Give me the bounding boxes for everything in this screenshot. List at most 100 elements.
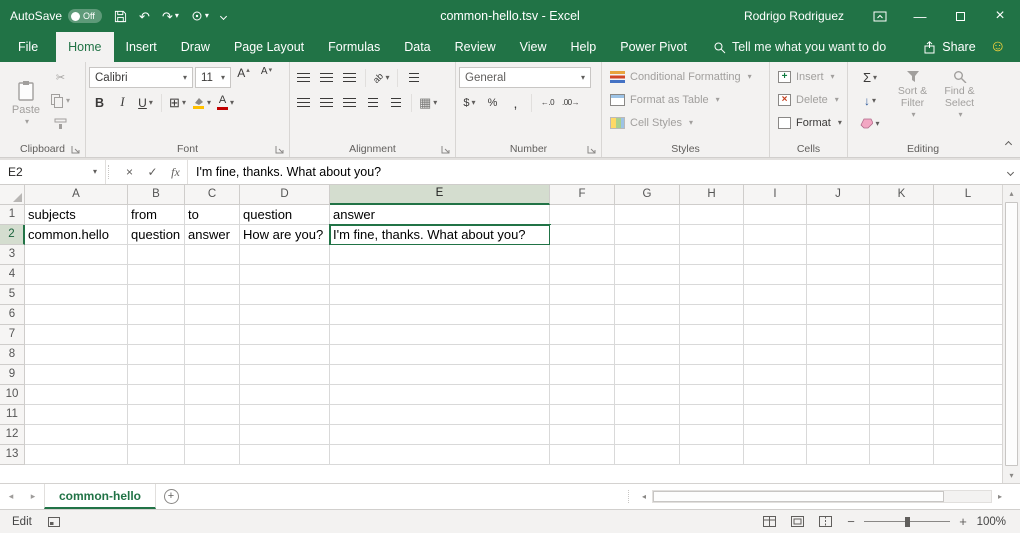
new-sheet-button[interactable] [156, 484, 186, 509]
cell-B10[interactable] [128, 385, 185, 405]
cell-L4[interactable] [934, 265, 1002, 285]
row-header-7[interactable]: 7 [0, 325, 25, 345]
cell-K11[interactable] [870, 405, 934, 425]
cell-A12[interactable] [25, 425, 128, 445]
column-header-L[interactable]: L [934, 185, 1002, 205]
cell-L9[interactable] [934, 365, 1002, 385]
cell-E8[interactable] [330, 345, 550, 365]
column-header-I[interactable]: I [744, 185, 807, 205]
column-header-G[interactable]: G [615, 185, 680, 205]
borders-button[interactable] [167, 92, 188, 113]
cell-L13[interactable] [934, 445, 1002, 465]
sheet-tab-common-hello[interactable]: common-hello [44, 484, 156, 509]
alignment-dialog-launcher[interactable] [441, 145, 451, 155]
clear-button[interactable] [851, 113, 889, 134]
increase-indent-button[interactable] [385, 92, 406, 113]
cell-C7[interactable] [185, 325, 240, 345]
share-button[interactable]: Share [923, 32, 975, 62]
cell-D12[interactable] [240, 425, 330, 445]
cell-A2[interactable]: common.hello [25, 225, 128, 245]
cell-G11[interactable] [615, 405, 680, 425]
tell-me-search[interactable]: Tell me what you want to do [713, 32, 886, 62]
minimize-button[interactable] [900, 0, 940, 32]
column-header-D[interactable]: D [240, 185, 330, 205]
accounting-format-button[interactable] [459, 92, 480, 113]
cell-A6[interactable] [25, 305, 128, 325]
cell-D3[interactable] [240, 245, 330, 265]
cell-A9[interactable] [25, 365, 128, 385]
cell-C5[interactable] [185, 285, 240, 305]
tab-page-layout[interactable]: Page Layout [222, 32, 316, 62]
undo-button[interactable] [139, 10, 150, 23]
cell-D8[interactable] [240, 345, 330, 365]
cell-G7[interactable] [615, 325, 680, 345]
zoom-in-button[interactable] [952, 514, 974, 529]
bold-button[interactable] [89, 92, 110, 113]
cell-H1[interactable] [680, 205, 744, 225]
touch-mouse-mode-button[interactable] [191, 10, 209, 22]
cell-J3[interactable] [807, 245, 870, 265]
cell-L6[interactable] [934, 305, 1002, 325]
comma-style-button[interactable] [505, 92, 526, 113]
italic-button[interactable] [112, 92, 133, 113]
tab-draw[interactable]: Draw [169, 32, 222, 62]
column-header-F[interactable]: F [550, 185, 615, 205]
scroll-right-button[interactable] [992, 492, 1008, 501]
autosave-switch-icon[interactable]: Off [68, 9, 102, 23]
cell-I12[interactable] [744, 425, 807, 445]
cell-E3[interactable] [330, 245, 550, 265]
formula-input[interactable]: I'm fine, thanks. What about you? [187, 160, 1000, 184]
cell-K13[interactable] [870, 445, 934, 465]
align-left-button[interactable] [293, 92, 314, 113]
column-header-B[interactable]: B [128, 185, 185, 205]
formula-bar-grip[interactable] [108, 165, 116, 179]
feedback-smiley-button[interactable] [990, 32, 1006, 62]
zoom-out-button[interactable] [840, 514, 862, 529]
cell-I6[interactable] [744, 305, 807, 325]
cell-G8[interactable] [615, 345, 680, 365]
cell-A8[interactable] [25, 345, 128, 365]
horizontal-scrollbar[interactable] [636, 484, 1008, 509]
cell-F4[interactable] [550, 265, 615, 285]
cell-I10[interactable] [744, 385, 807, 405]
cell-G1[interactable] [615, 205, 680, 225]
cell-H13[interactable] [680, 445, 744, 465]
row-header-12[interactable]: 12 [0, 425, 25, 445]
cell-K2[interactable] [870, 225, 934, 245]
row-header-4[interactable]: 4 [0, 265, 25, 285]
cell-C13[interactable] [185, 445, 240, 465]
tab-file[interactable]: File [0, 32, 56, 62]
merge-center-button[interactable] [417, 92, 439, 113]
align-center-button[interactable] [316, 92, 337, 113]
align-right-button[interactable] [339, 92, 360, 113]
column-header-E[interactable]: E [330, 185, 550, 205]
increase-font-size-button[interactable] [233, 67, 254, 88]
cell-I11[interactable] [744, 405, 807, 425]
cell-K1[interactable] [870, 205, 934, 225]
cell-K3[interactable] [870, 245, 934, 265]
cell-C10[interactable] [185, 385, 240, 405]
cell-A11[interactable] [25, 405, 128, 425]
redo-button[interactable] [162, 10, 179, 23]
cell-I9[interactable] [744, 365, 807, 385]
cell-C12[interactable] [185, 425, 240, 445]
cell-C1[interactable]: to [185, 205, 240, 225]
cell-E7[interactable] [330, 325, 550, 345]
cell-J11[interactable] [807, 405, 870, 425]
cell-D1[interactable]: question [240, 205, 330, 225]
decrease-indent-button[interactable] [362, 92, 383, 113]
tab-power-pivot[interactable]: Power Pivot [608, 32, 699, 62]
cell-F2[interactable] [550, 225, 615, 245]
cell-I8[interactable] [744, 345, 807, 365]
cancel-entry-button[interactable] [118, 160, 141, 184]
cell-K6[interactable] [870, 305, 934, 325]
normal-view-button[interactable] [756, 511, 782, 533]
fill-color-button[interactable] [190, 92, 213, 113]
page-layout-view-button[interactable] [784, 511, 810, 533]
find-select-button[interactable]: Find & Select [936, 65, 983, 141]
cell-F10[interactable] [550, 385, 615, 405]
expand-formula-bar-button[interactable] [1000, 160, 1020, 184]
collapse-ribbon-button[interactable] [1006, 138, 1011, 150]
cell-E6[interactable] [330, 305, 550, 325]
horizontal-scroll-track[interactable] [652, 490, 992, 503]
